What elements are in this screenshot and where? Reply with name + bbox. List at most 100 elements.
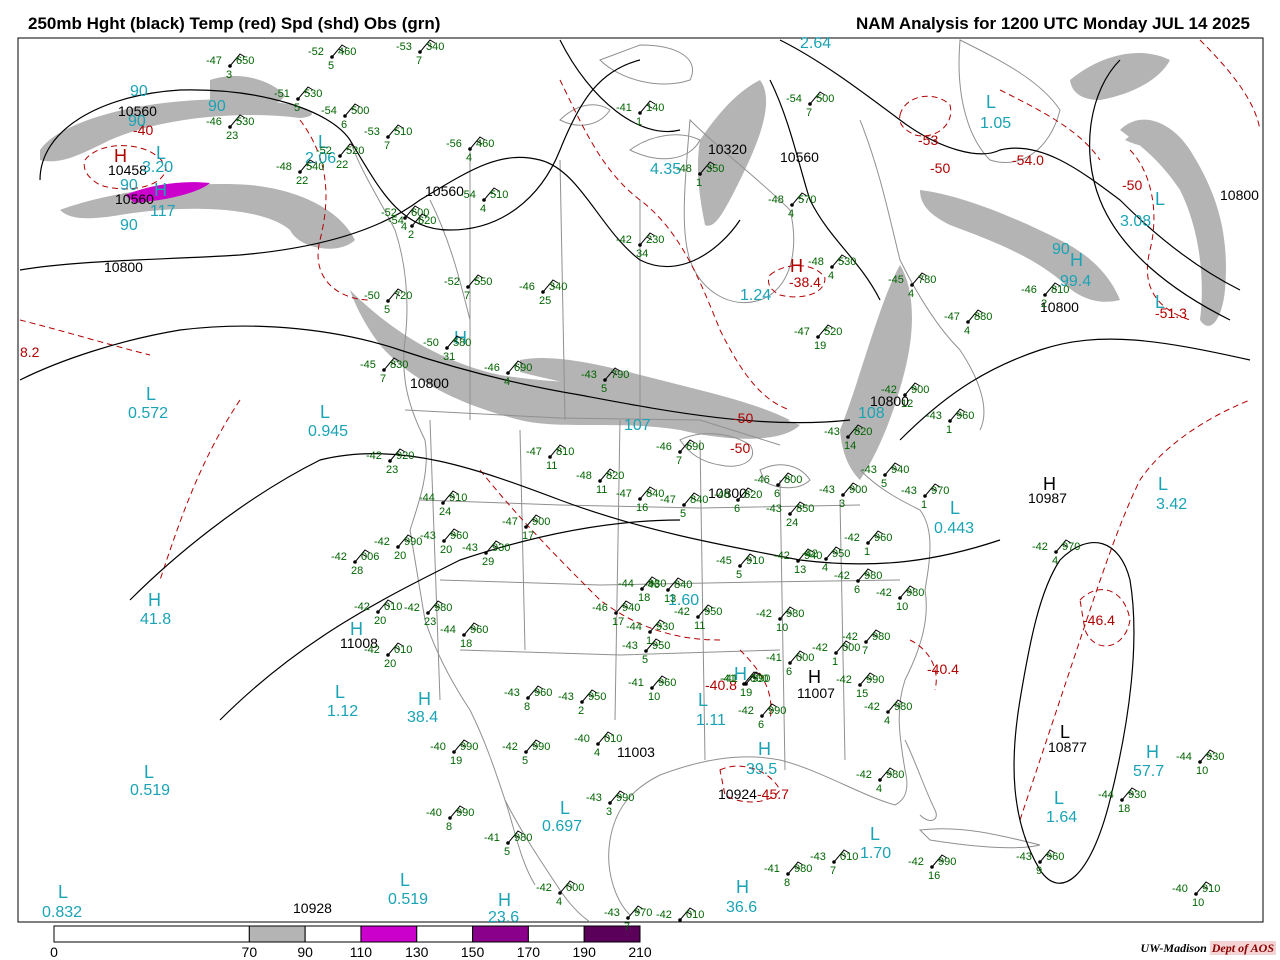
obs-height: 520	[346, 145, 364, 157]
obs-temp: -42	[836, 674, 852, 686]
obs-height: 980	[864, 570, 882, 582]
obs-height: 530	[304, 88, 322, 100]
obs-temp: -40	[1172, 883, 1188, 895]
obs-depression: 4	[504, 376, 510, 388]
colorbar-tick-label: 0	[50, 944, 58, 960]
extrema-letter: H	[350, 619, 363, 639]
obs-depression: 10	[1196, 765, 1208, 777]
obs-temp: -43	[622, 640, 638, 652]
obs-temp: -53	[364, 126, 380, 138]
obs-depression: 19	[814, 340, 826, 352]
colorbar-tick-label: 90	[297, 944, 313, 960]
obs-height: 910	[746, 555, 764, 567]
extrema-letter: L	[870, 824, 880, 844]
obs-temp: -42	[616, 234, 632, 246]
speed-label: 1.12	[327, 703, 358, 720]
obs-temp: -44	[626, 621, 642, 633]
obs-height: 010	[840, 851, 858, 863]
obs-depression: 5	[294, 102, 300, 114]
obs-depression: 8	[524, 701, 530, 713]
obs-depression: 7	[464, 290, 470, 302]
extrema-letter: H	[1043, 474, 1056, 494]
obs-temp: -46	[484, 362, 500, 374]
obs-depression: 9	[1036, 865, 1042, 877]
obs-height: 570	[798, 194, 816, 206]
obs-depression: 11	[596, 484, 607, 496]
extrema-letter: H	[1146, 742, 1159, 762]
obs-temp: -42	[844, 532, 860, 544]
obs-depression: 24	[439, 506, 451, 518]
obs-depression: 4	[480, 203, 486, 215]
colorbar-tick-label: 210	[628, 944, 652, 960]
obs-temp: -42	[502, 741, 518, 753]
obs-depression: 3	[226, 69, 232, 81]
height-label: 10924	[718, 786, 757, 802]
obs-temp: -42	[756, 608, 772, 620]
obs-depression: 1	[921, 499, 927, 511]
colorbar-bin	[360, 925, 418, 943]
obs-temp: -43	[504, 687, 520, 699]
obs-temp: -51	[274, 88, 290, 100]
obs-temp: -43	[604, 907, 620, 919]
obs-temp: -56	[446, 138, 462, 150]
speed-colorbar	[53, 925, 641, 943]
map-frame	[17, 37, 1264, 923]
obs-temp: -53	[396, 41, 412, 53]
obs-depression: 1	[864, 546, 870, 558]
speed-label: 3.42	[1156, 496, 1187, 513]
obs-depression: 22	[296, 175, 308, 187]
obs-height: 010	[686, 909, 704, 921]
obs-depression: 20	[440, 544, 452, 556]
obs-height: 980	[786, 608, 804, 620]
obs-depression: 7	[830, 865, 836, 877]
obs-depression: 17	[522, 530, 534, 542]
extrema-letter: L	[1155, 189, 1165, 209]
height-label: 10320	[708, 141, 747, 157]
obs-height: 950	[704, 606, 722, 618]
temp-label: -50	[733, 410, 753, 426]
obs-depression: 7	[676, 455, 682, 467]
obs-depression: 8	[784, 877, 790, 889]
obs-temp: -47	[502, 516, 518, 528]
obs-depression: 10	[1192, 897, 1204, 909]
obs-depression: 17	[612, 616, 624, 628]
obs-depression: 4	[908, 288, 914, 300]
obs-height: 990	[938, 856, 956, 868]
extrema-letter: L	[1060, 722, 1070, 742]
obs-depression: 20	[384, 658, 396, 670]
obs-temp: -41	[722, 673, 738, 685]
temp-label: -40.4	[927, 661, 959, 677]
obs-temp: -43	[462, 542, 478, 554]
obs-height: 980	[906, 587, 924, 599]
height-label: 10560	[425, 183, 464, 199]
obs-temp: -54	[321, 105, 337, 117]
obs-temp: -52	[316, 145, 332, 157]
credit-line: UW-Madison Dept of AOS	[1141, 941, 1276, 956]
obs-depression: 4	[828, 270, 834, 282]
obs-height: 460	[338, 46, 356, 58]
obs-height: 140	[646, 102, 664, 114]
obs-temp: -46	[1021, 284, 1037, 296]
temp-label: -50	[1122, 177, 1142, 193]
obs-temp: -42	[656, 909, 672, 921]
obs-temp: -42	[864, 701, 880, 713]
obs-depression: 13	[664, 593, 676, 605]
obs-depression: 11	[546, 460, 557, 472]
obs-height: 500	[351, 105, 369, 117]
speed-label: 0.945	[308, 423, 348, 440]
obs-temp: -43	[824, 426, 840, 438]
obs-height: 000	[842, 642, 860, 654]
obs-height: 980	[434, 602, 452, 614]
obs-temp: -42	[374, 536, 390, 548]
obs-depression: 28	[351, 565, 363, 577]
obs-depression: 1	[832, 656, 838, 668]
obs-height: 340	[426, 41, 444, 53]
obs-height: 980	[514, 832, 532, 844]
obs-temp: -43	[810, 851, 826, 863]
obs-temp: -40	[426, 807, 442, 819]
obs-temp: -43	[586, 792, 602, 804]
obs-height: 810	[556, 446, 574, 458]
obs-temp: -48	[808, 256, 824, 268]
obs-temp: -42	[802, 548, 818, 560]
obs-temp: -54	[388, 215, 404, 227]
